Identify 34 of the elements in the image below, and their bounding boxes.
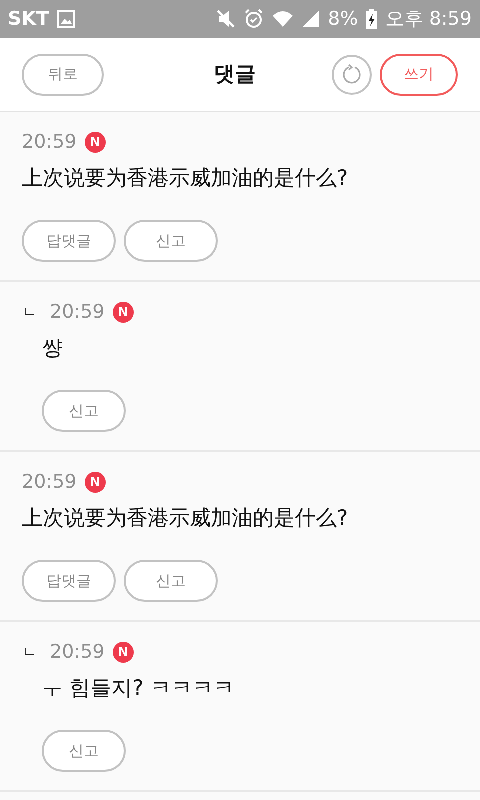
- comment-time: 20:59: [22, 470, 77, 495]
- battery-icon: [366, 9, 378, 29]
- comment-time: 20:59: [50, 640, 105, 665]
- reply-button[interactable]: 답댓글: [22, 560, 116, 602]
- comment-time: 20:59: [50, 300, 105, 325]
- refresh-icon: [341, 64, 363, 86]
- alarm-icon: [244, 9, 264, 29]
- battery-level: 8%: [328, 6, 358, 32]
- comment-time: 20:59: [22, 130, 77, 155]
- mute-icon: [216, 9, 236, 29]
- new-badge: N: [112, 642, 134, 663]
- comment-text: 上次说要为香港示威加油的是什么?: [22, 504, 350, 532]
- new-badge: N: [84, 132, 106, 153]
- comment-text: ㅜ 힘들지? ㅋㅋㅋㅋ: [41, 674, 236, 702]
- report-button[interactable]: 신고: [42, 390, 126, 432]
- report-button[interactable]: 신고: [124, 220, 218, 262]
- image-icon: [57, 10, 76, 28]
- report-button[interactable]: 신고: [124, 560, 218, 602]
- back-button[interactable]: 뒤로: [22, 54, 104, 96]
- reply-marker: ㄴ: [22, 302, 38, 323]
- report-button[interactable]: 신고: [42, 730, 126, 772]
- comment-text: 上次说要为香港示威加油的是什么?: [22, 164, 350, 192]
- comment-text: 썅: [41, 334, 64, 362]
- refresh-button[interactable]: [332, 54, 372, 94]
- reply-button[interactable]: 답댓글: [22, 220, 116, 262]
- reply-marker: ㄴ: [22, 642, 38, 663]
- write-button[interactable]: 쓰기: [380, 54, 458, 96]
- new-badge: N: [112, 302, 134, 323]
- signal-icon: [302, 10, 320, 28]
- page-title: 댓글: [213, 60, 257, 88]
- wifi-icon: [272, 9, 294, 29]
- carrier-name: SKT: [8, 6, 50, 32]
- new-badge: N: [84, 472, 106, 493]
- clock-time: 오후 8:59: [385, 6, 472, 32]
